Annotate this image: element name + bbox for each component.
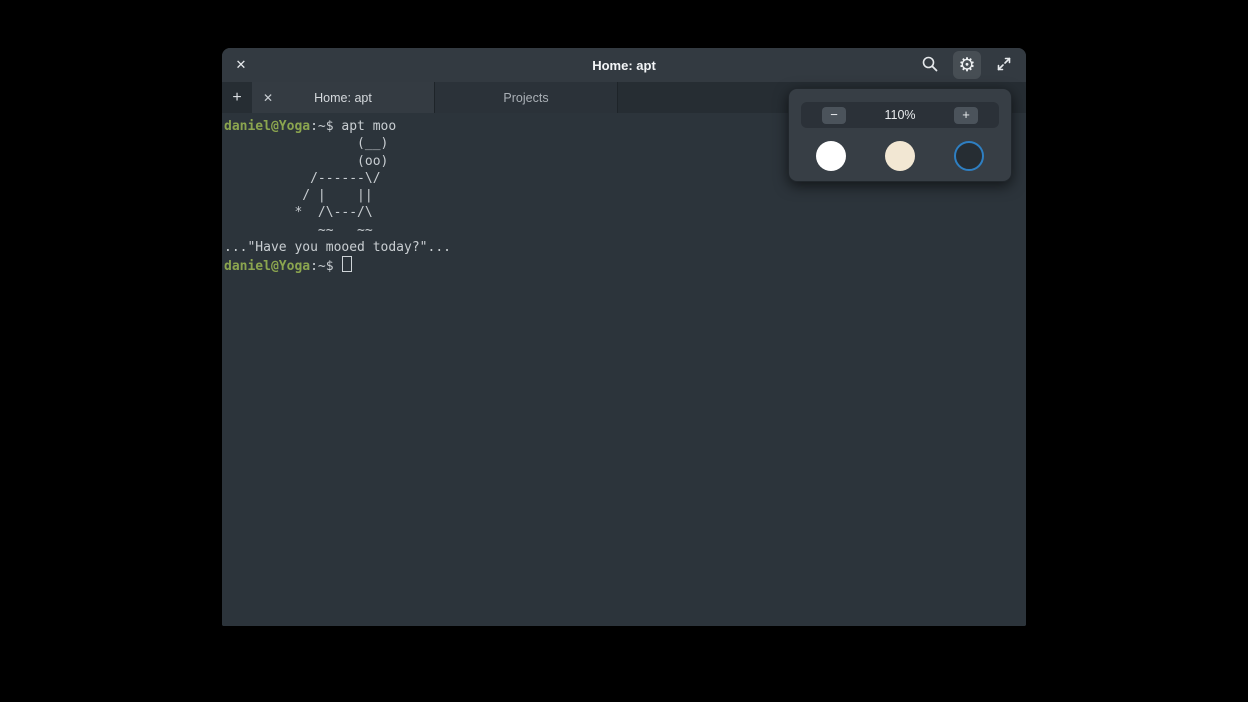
zoom-out-button[interactable]: −: [801, 102, 867, 128]
window-title: Home: apt: [222, 58, 1026, 73]
theme-sepia-button[interactable]: [885, 141, 915, 171]
terminal-prompt-line: daniel@Yoga:~$: [224, 256, 1024, 275]
plus-icon: +: [954, 107, 978, 124]
theme-dark-button[interactable]: [954, 141, 984, 171]
fullscreen-button[interactable]: [990, 51, 1018, 79]
gear-icon: ⚙: [958, 56, 975, 75]
terminal-cursor: [342, 256, 352, 272]
settings-button[interactable]: ⚙: [953, 51, 981, 79]
tab-home-apt[interactable]: ✕ Home: apt: [252, 82, 435, 113]
prompt-user-host: daniel@Yoga: [224, 259, 310, 274]
titlebar-actions: ⚙: [916, 51, 1018, 79]
terminal-content[interactable]: daniel@Yoga:~$ apt moo (__) (oo) /------…: [222, 113, 1026, 626]
tab-close-button[interactable]: ✕: [257, 87, 279, 109]
tab-label: Projects: [435, 91, 617, 105]
tab-label: Home: apt: [252, 91, 434, 105]
new-tab-button[interactable]: +: [222, 82, 252, 113]
zoom-control: − 110% +: [801, 102, 999, 128]
window-close-button[interactable]: ✕: [229, 53, 253, 77]
prompt-path: :~$: [310, 259, 341, 274]
terminal-command: apt moo: [341, 119, 396, 134]
search-button[interactable]: [916, 51, 944, 79]
moo-quote-line: ..."Have you mooed today?"...: [224, 239, 1024, 256]
prompt-user-host: daniel@Yoga: [224, 119, 310, 134]
search-icon: [921, 55, 939, 76]
tab-projects[interactable]: Projects: [435, 82, 618, 113]
titlebar[interactable]: ✕ Home: apt ⚙: [222, 48, 1026, 82]
settings-popover: − 110% +: [788, 88, 1012, 182]
expand-icon: [996, 56, 1012, 75]
desktop: ✕ Home: apt ⚙: [0, 0, 1248, 702]
theme-light-button[interactable]: [816, 141, 846, 171]
zoom-level: 110%: [884, 108, 915, 122]
prompt-path: :~$: [310, 119, 341, 134]
zoom-in-button[interactable]: +: [933, 102, 999, 128]
theme-selector: [789, 141, 1011, 171]
minus-icon: −: [822, 107, 846, 124]
